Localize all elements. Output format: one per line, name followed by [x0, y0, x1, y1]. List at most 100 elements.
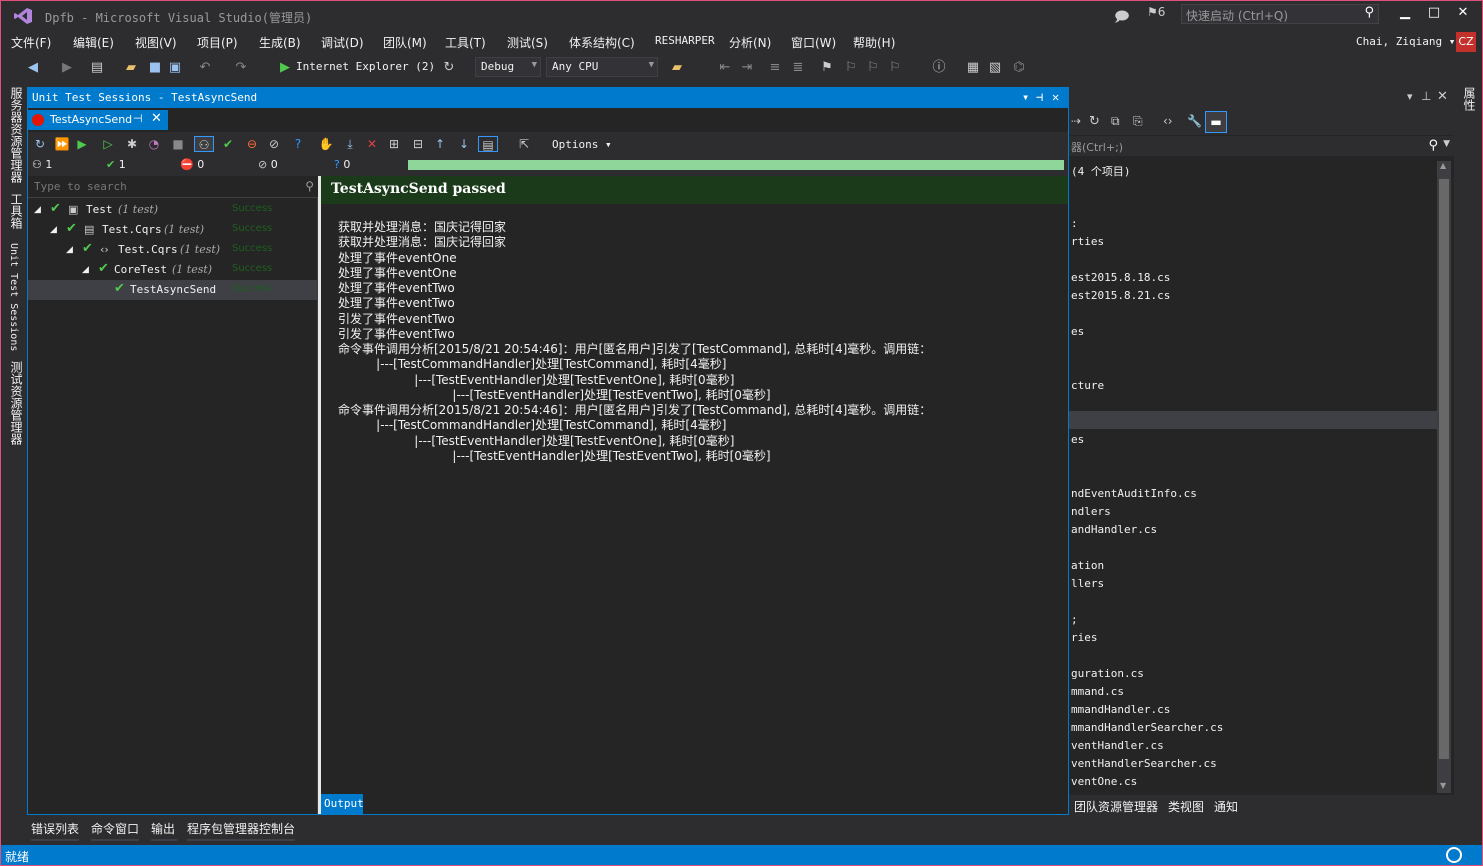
run-target[interactable]: Internet Explorer (2): [296, 60, 435, 73]
show-all-files-icon[interactable]: ⎘: [1133, 114, 1143, 129]
preview-icon[interactable]: ▬: [1205, 111, 1227, 133]
solution-item[interactable]: mmandHandlerSearcher.cs: [1071, 721, 1223, 734]
notifications-button[interactable]: ⚑6: [1147, 5, 1165, 19]
profile-icon[interactable]: ◔: [146, 136, 162, 152]
remove-icon[interactable]: ✕: [364, 136, 380, 152]
menu-team[interactable]: 团队(M): [383, 34, 427, 51]
scroll-up-icon[interactable]: ▲: [1440, 161, 1446, 170]
solution-item[interactable]: ation: [1071, 559, 1104, 572]
solution-item[interactable]: est2015.8.18.cs: [1071, 271, 1170, 284]
menu-edit[interactable]: 编辑(E): [73, 34, 114, 51]
ignored-filter-icon[interactable]: ⊘: [266, 136, 282, 152]
solution-item[interactable]: ries: [1071, 631, 1098, 644]
menu-debug[interactable]: 调试(D): [321, 34, 364, 51]
menu-build[interactable]: 生成(B): [259, 34, 301, 51]
layout-icon[interactable]: ▤: [478, 136, 498, 152]
start-debug-icon[interactable]: ▶: [279, 59, 291, 77]
run-selected-icon[interactable]: ▶: [74, 136, 90, 152]
clear-bookmarks-icon[interactable]: ⚐: [887, 59, 903, 77]
debug-icon[interactable]: ✱: [124, 136, 140, 152]
open-file-icon[interactable]: ▰: [123, 59, 139, 77]
menu-resharper[interactable]: RESHARPER: [655, 34, 715, 47]
tab-class-view[interactable]: 类视图: [1168, 798, 1204, 815]
panel-menu-icon[interactable]: ▾: [1407, 90, 1413, 103]
test-explorer-tab[interactable]: 测试资源管理器: [8, 361, 25, 445]
menu-project[interactable]: 项目(P): [197, 34, 238, 51]
info-icon[interactable]: ⓘ: [931, 59, 947, 77]
maximize-button[interactable]: □: [1420, 5, 1448, 25]
prev-bookmark-icon[interactable]: ⚐: [843, 59, 859, 77]
new-project-icon[interactable]: ▤: [89, 59, 105, 77]
properties-tab[interactable]: 属性: [1461, 87, 1478, 111]
tree-node-coretest[interactable]: ◢ ✔ CoreTest (1 test) Success: [28, 260, 318, 280]
passed-filter-icon[interactable]: ✔: [220, 136, 236, 152]
toolbox-tab[interactable]: 工具箱: [8, 193, 25, 229]
menu-view[interactable]: 视图(V): [135, 34, 177, 51]
save-all-icon[interactable]: ▣: [167, 59, 183, 77]
solution-item[interactable]: ndlers: [1071, 505, 1111, 518]
find-in-files-icon[interactable]: ▰: [669, 59, 685, 77]
indent-icon[interactable]: ⇤: [717, 59, 733, 77]
unit-test-sessions-tab[interactable]: Unit Test Sessions: [8, 243, 19, 351]
tree-node-test-cqrs-namespace[interactable]: ◢ ✔ ‹› Test.Cqrs (1 test) Success: [28, 240, 318, 260]
menu-tools[interactable]: 工具(T): [445, 34, 486, 51]
collapse-all-icon[interactable]: ⇢: [1071, 114, 1081, 128]
failed-filter-icon[interactable]: ⊖: [244, 136, 260, 152]
solution-search-input[interactable]: 器(Ctrl+;) ⚲ ▼: [1069, 136, 1454, 156]
session-tab[interactable]: TestAsyncSend ⊣ ✕: [28, 110, 168, 130]
performance-icon[interactable]: ⌬: [1011, 59, 1027, 77]
bookmark-icon[interactable]: ⚑: [819, 59, 835, 77]
close-button[interactable]: ✕: [1449, 5, 1477, 25]
refresh-icon[interactable]: ↻: [441, 59, 457, 77]
uncomment-icon[interactable]: ≣: [790, 59, 806, 77]
forward-icon[interactable]: ▶: [59, 59, 75, 77]
tree-node-test[interactable]: ◢ ✔ ▣ Test (1 test) Success: [28, 200, 318, 220]
tab-team-explorer[interactable]: 团队资源管理器: [1074, 798, 1158, 815]
solution-item[interactable]: (4 个项目): [1071, 163, 1131, 179]
close-icon[interactable]: ✕: [1437, 89, 1448, 104]
solution-item[interactable]: es: [1071, 433, 1084, 446]
solution-item[interactable]: ventHandlerSearcher.cs: [1071, 757, 1217, 770]
redo-icon[interactable]: ↷: [233, 59, 249, 77]
collapse-icon[interactable]: ⊟: [410, 136, 426, 152]
properties-icon[interactable]: 🔧: [1187, 114, 1202, 128]
menu-help[interactable]: 帮助(H): [853, 34, 895, 51]
menu-analyze[interactable]: 分析(N): [729, 34, 771, 51]
process-icon[interactable]: ▧: [987, 59, 1003, 77]
arrow-up-icon[interactable]: ↑: [432, 136, 448, 152]
solution-item[interactable]: mmand.cs: [1071, 685, 1124, 698]
tree-node-test-cqrs-project[interactable]: ◢ ✔ ▤ Test.Cqrs (1 test) Success: [28, 220, 318, 240]
scroll-down-icon[interactable]: ▼: [1440, 781, 1446, 790]
tab-package-manager-console[interactable]: 程序包管理器控制台: [187, 820, 295, 837]
collapse-arrow-icon[interactable]: ◢: [66, 245, 73, 255]
solution-item[interactable]: ventOne.cs: [1071, 775, 1137, 788]
solution-item[interactable]: ndEventAuditInfo.cs: [1071, 487, 1197, 500]
solution-item[interactable]: mmandHandler.cs: [1071, 703, 1170, 716]
minimize-button[interactable]: ▁: [1391, 5, 1419, 25]
collapse-arrow-icon[interactable]: ◢: [50, 225, 57, 235]
solution-item[interactable]: guration.cs: [1071, 667, 1144, 680]
solution-item[interactable]: rties: [1071, 235, 1104, 248]
config-select[interactable]: Debug ▼: [475, 57, 541, 77]
quick-launch-input[interactable]: 快速启动 (Ctrl+Q) ⚲: [1181, 4, 1379, 24]
avatar[interactable]: CZ: [1456, 32, 1476, 52]
tab-command-window[interactable]: 命令窗口: [91, 820, 139, 837]
solution-item[interactable]: ventHandler.cs: [1071, 739, 1164, 752]
server-explorer-tab[interactable]: 服务器资源管理器: [8, 87, 25, 183]
sync-icon[interactable]: ↻: [1089, 114, 1100, 129]
run-icon[interactable]: ▷: [100, 136, 116, 152]
solution-item[interactable]: :: [1071, 217, 1078, 230]
track-icon[interactable]: ✋: [318, 136, 334, 152]
menu-architecture[interactable]: 体系结构(C): [569, 34, 635, 51]
solution-item[interactable]: es: [1071, 325, 1084, 338]
save-icon[interactable]: ■: [147, 59, 163, 77]
next-bookmark-icon[interactable]: ⚐: [865, 59, 881, 77]
pin-icon[interactable]: ⊥: [1421, 89, 1431, 103]
menu-file[interactable]: 文件(F): [11, 34, 51, 51]
run-all-icon[interactable]: ⏩: [54, 136, 70, 152]
tab-error-list[interactable]: 错误列表: [31, 820, 79, 837]
view-code-icon[interactable]: ‹›: [1163, 114, 1173, 128]
tab-notifications[interactable]: 通知: [1214, 798, 1238, 815]
back-icon[interactable]: ◀: [25, 59, 41, 77]
tree-node-testasyncsend[interactable]: ✔ TestAsyncSend Success: [28, 280, 318, 300]
